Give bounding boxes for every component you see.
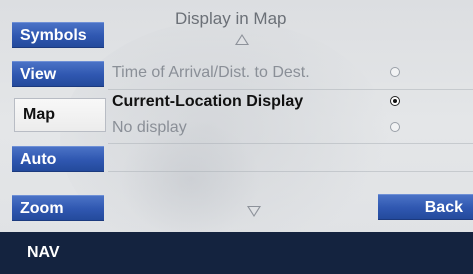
sidebar-item-label: Auto — [20, 151, 57, 168]
option-label: Current-Location Display — [112, 93, 304, 110]
back-button[interactable]: Back — [378, 194, 473, 220]
sidebar-item-symbols[interactable]: Symbols — [12, 22, 104, 48]
option-current-location-display[interactable]: Current-Location Display — [112, 91, 457, 113]
divider — [108, 143, 473, 144]
option-label: Time of Arrival/Dist. to Dest. — [112, 64, 310, 81]
sidebar-item-zoom[interactable]: Zoom — [12, 195, 104, 221]
sidebar-item-label: Zoom — [20, 200, 64, 217]
radio-unselected-icon[interactable] — [390, 67, 400, 77]
sidebar-item-label: Map — [23, 106, 55, 123]
option-no-display[interactable]: No display — [112, 117, 457, 139]
option-time-of-arrival[interactable]: Time of Arrival/Dist. to Dest. — [112, 62, 457, 84]
sidebar-item-map[interactable]: Map — [14, 98, 106, 132]
divider — [108, 89, 473, 90]
sidebar-item-label: Symbols — [20, 27, 87, 44]
radio-unselected-icon[interactable] — [390, 122, 400, 132]
menu-title: Display in Map — [175, 9, 287, 28]
divider — [108, 171, 473, 172]
nav-mode-label: NAV — [27, 244, 60, 261]
sidebar-item-auto[interactable]: Auto — [12, 146, 104, 172]
scroll-down-arrow-icon[interactable] — [247, 206, 261, 217]
sidebar-item-view[interactable]: View — [12, 61, 104, 87]
nav-display-screen: Symbols View Map Auto Zoom Display in Ma… — [0, 0, 473, 274]
scroll-up-arrow-icon[interactable] — [235, 34, 249, 45]
back-button-label: Back — [424, 199, 463, 216]
sidebar-item-label: View — [20, 66, 57, 83]
status-bar: NAV — [0, 232, 473, 274]
radio-selected-icon[interactable] — [390, 96, 400, 106]
option-label: No display — [112, 119, 187, 136]
